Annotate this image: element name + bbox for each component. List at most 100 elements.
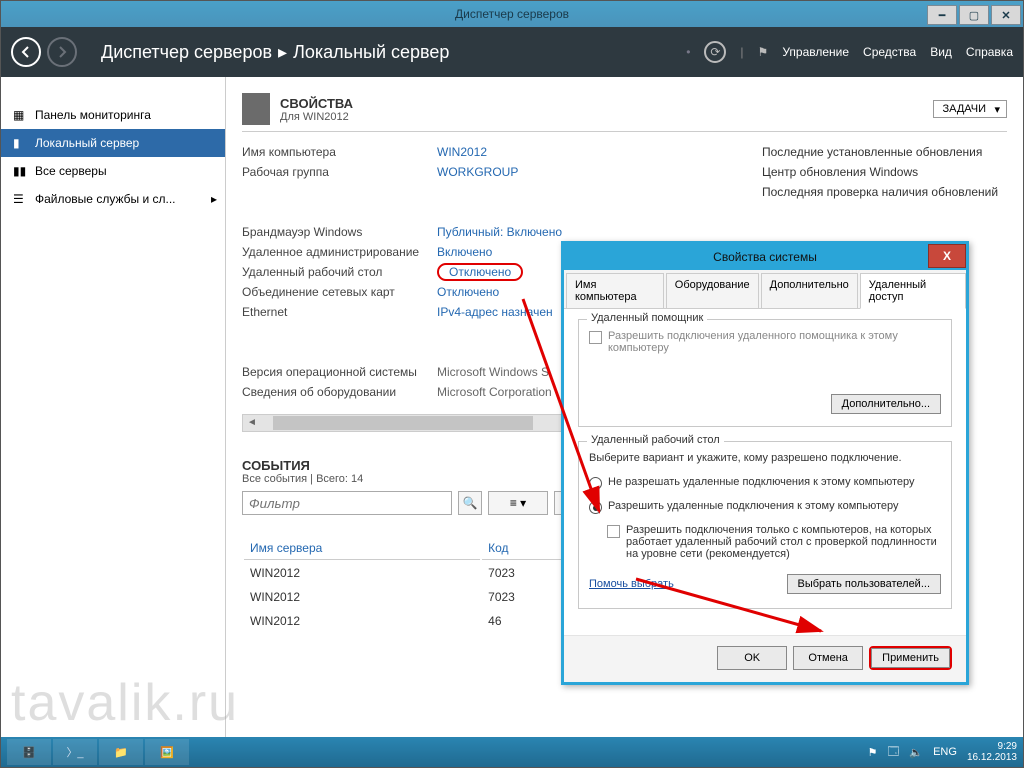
breadcrumb: Диспетчер серверов ▸ Локальный сервер: [83, 42, 686, 63]
prop-value-remote-desktop[interactable]: Отключено: [449, 265, 511, 279]
prop-value-computer-name[interactable]: WIN2012: [437, 145, 487, 159]
radio-label: Разрешить удаленные подключения к этому …: [608, 500, 899, 514]
prop-value-hardware: Microsoft Corporation: [437, 385, 552, 399]
system-properties-dialog: Свойства системы X Имя компьютера Оборуд…: [561, 241, 969, 685]
tray-flag-icon[interactable]: ⚑: [868, 746, 878, 759]
search-button[interactable]: 🔍: [458, 491, 482, 515]
server-manager-window: Диспетчер серверов ━ ▢ ✕ Диспетчер серве…: [0, 0, 1024, 768]
taskbar-powershell[interactable]: 〉_: [53, 739, 97, 765]
filter-icon: ≡: [510, 496, 517, 510]
powershell-icon: 〉_: [66, 744, 83, 760]
rdp-disallow-radio[interactable]: [589, 477, 602, 490]
tray-sound-icon[interactable]: 🔈: [909, 746, 923, 759]
dialog-titlebar[interactable]: Свойства системы X: [564, 244, 966, 270]
taskbar-explorer[interactable]: 📁: [99, 739, 143, 765]
tab-remote-access[interactable]: Удаленный доступ: [860, 273, 966, 309]
breadcrumb-root[interactable]: Диспетчер серверов: [101, 42, 272, 63]
allow-remote-assistance-checkbox[interactable]: [589, 331, 602, 344]
remote-assistance-group: Удаленный помощник Разрешить подключения…: [578, 319, 952, 427]
prop-label: Имя компьютера: [242, 145, 437, 159]
nla-checkbox[interactable]: [607, 525, 620, 538]
assistance-advanced-button[interactable]: Дополнительно...: [831, 394, 941, 414]
sidebar-item-all-servers[interactable]: ▮▮ Все серверы: [1, 157, 225, 185]
prop-value-ethernet[interactable]: IPv4-адрес назначен: [437, 305, 553, 319]
header-actions: • ⟳ | ⚑ Управление Средства Вид Справка: [686, 41, 1013, 63]
group-title: Удаленный помощник: [587, 312, 707, 324]
tasks-dropdown[interactable]: ЗАДАЧИ: [933, 100, 1007, 118]
prop-label: Версия операционной системы: [242, 365, 437, 379]
cancel-button[interactable]: Отмена: [793, 646, 863, 670]
search-icon: 🔍: [463, 496, 478, 510]
prop-label: Ethernet: [242, 305, 437, 319]
properties-subtitle: Для WIN2012: [280, 111, 353, 123]
dialog-tabs: Имя компьютера Оборудование Дополнительн…: [564, 270, 966, 309]
server-large-icon: [242, 93, 270, 125]
prop-value-firewall[interactable]: Публичный: Включено: [437, 225, 562, 239]
tab-hardware[interactable]: Оборудование: [666, 273, 759, 308]
filter-options-button[interactable]: ≡ ▾: [488, 491, 548, 515]
servers-icon: ▮▮: [13, 164, 27, 178]
close-button[interactable]: ✕: [991, 5, 1021, 25]
menu-help[interactable]: Справка: [966, 45, 1013, 59]
tab-computer-name[interactable]: Имя компьютера: [566, 273, 664, 308]
prop-label-right: Последняя проверка наличия обновлений: [762, 185, 998, 199]
server-icon: ▮: [13, 136, 27, 150]
start-button[interactable]: 🗄️: [7, 739, 51, 765]
sidebar-item-label: Файловые службы и сл...: [35, 192, 176, 206]
maximize-button[interactable]: ▢: [959, 5, 989, 25]
checkbox-label: Разрешить подключения только с компьютер…: [626, 524, 941, 560]
prop-label: Брандмауэр Windows: [242, 225, 437, 239]
col-server[interactable]: Имя сервера: [244, 537, 480, 560]
app-icon: 🖼️: [160, 746, 174, 759]
minimize-button[interactable]: ━: [927, 5, 957, 25]
menu-view[interactable]: Вид: [930, 45, 952, 59]
ok-button[interactable]: OK: [717, 646, 787, 670]
properties-header: СВОЙСТВА Для WIN2012 ЗАДАЧИ: [242, 93, 1007, 125]
highlight-apply: Применить: [869, 646, 952, 670]
taskbar-app[interactable]: 🖼️: [145, 739, 189, 765]
dashboard-icon: ▦: [13, 108, 27, 122]
notifications-flag-icon[interactable]: ⚑: [758, 45, 769, 59]
dialog-close-button[interactable]: X: [928, 244, 966, 268]
arrow-left-icon: [19, 45, 33, 59]
tray-language[interactable]: ENG: [933, 746, 957, 758]
events-filter-input[interactable]: [242, 491, 452, 515]
clock-date: 16.12.2013: [967, 752, 1017, 763]
prop-label: Удаленное администрирование: [242, 245, 437, 259]
chevron-right-icon: ▸: [278, 42, 287, 63]
separator: •: [686, 45, 690, 59]
prop-value-remote-admin[interactable]: Включено: [437, 245, 492, 259]
folder-icon: 📁: [114, 746, 128, 759]
sidebar-item-dashboard[interactable]: ▦ Панель мониторинга: [1, 101, 225, 129]
clock-time: 9:29: [967, 741, 1017, 752]
prop-value-workgroup[interactable]: WORKGROUP: [437, 165, 518, 179]
scrollbar-thumb[interactable]: [273, 416, 533, 430]
sidebar-item-label: Локальный сервер: [35, 136, 139, 150]
menu-tools[interactable]: Средства: [863, 45, 916, 59]
sidebar-item-file-services[interactable]: ☰ Файловые службы и сл... ▸: [1, 185, 225, 213]
help-choose-link[interactable]: Помочь выбрать: [589, 578, 674, 590]
sidebar-item-local-server[interactable]: ▮ Локальный сервер: [1, 129, 225, 157]
nav-forward-button[interactable]: [47, 37, 77, 67]
tray-network-icon[interactable]: 🗔: [887, 743, 899, 762]
prop-value-nic-teaming[interactable]: Отключено: [437, 285, 499, 299]
dialog-title-text: Свойства системы: [713, 250, 817, 264]
tab-advanced[interactable]: Дополнительно: [761, 273, 858, 308]
apply-button[interactable]: Применить: [871, 648, 950, 668]
taskbar: 🗄️ 〉_ 📁 🖼️ ⚑ 🗔 🔈 ENG 9:29 16.12.2013: [1, 737, 1023, 767]
tray-clock[interactable]: 9:29 16.12.2013: [967, 741, 1017, 763]
nav-back-button[interactable]: [11, 37, 41, 67]
sidebar: ▦ Панель мониторинга ▮ Локальный сервер …: [1, 77, 226, 737]
prop-label: Объединение сетевых карт: [242, 285, 437, 299]
rdp-allow-radio[interactable]: [589, 501, 602, 514]
breadcrumb-current[interactable]: Локальный сервер: [293, 42, 449, 63]
window-title: Диспетчер серверов: [455, 7, 569, 21]
checkbox-label: Разрешить подключения удаленного помощни…: [608, 330, 941, 354]
chevron-right-icon: ▸: [211, 192, 217, 206]
refresh-button[interactable]: ⟳: [704, 41, 726, 63]
rdp-prompt: Выберите вариант и укажите, кому разреше…: [589, 452, 941, 464]
select-users-button[interactable]: Выбрать пользователей...: [787, 574, 942, 594]
sidebar-item-label: Все серверы: [35, 164, 107, 178]
refresh-icon: ⟳: [710, 45, 720, 59]
menu-manage[interactable]: Управление: [782, 45, 849, 59]
